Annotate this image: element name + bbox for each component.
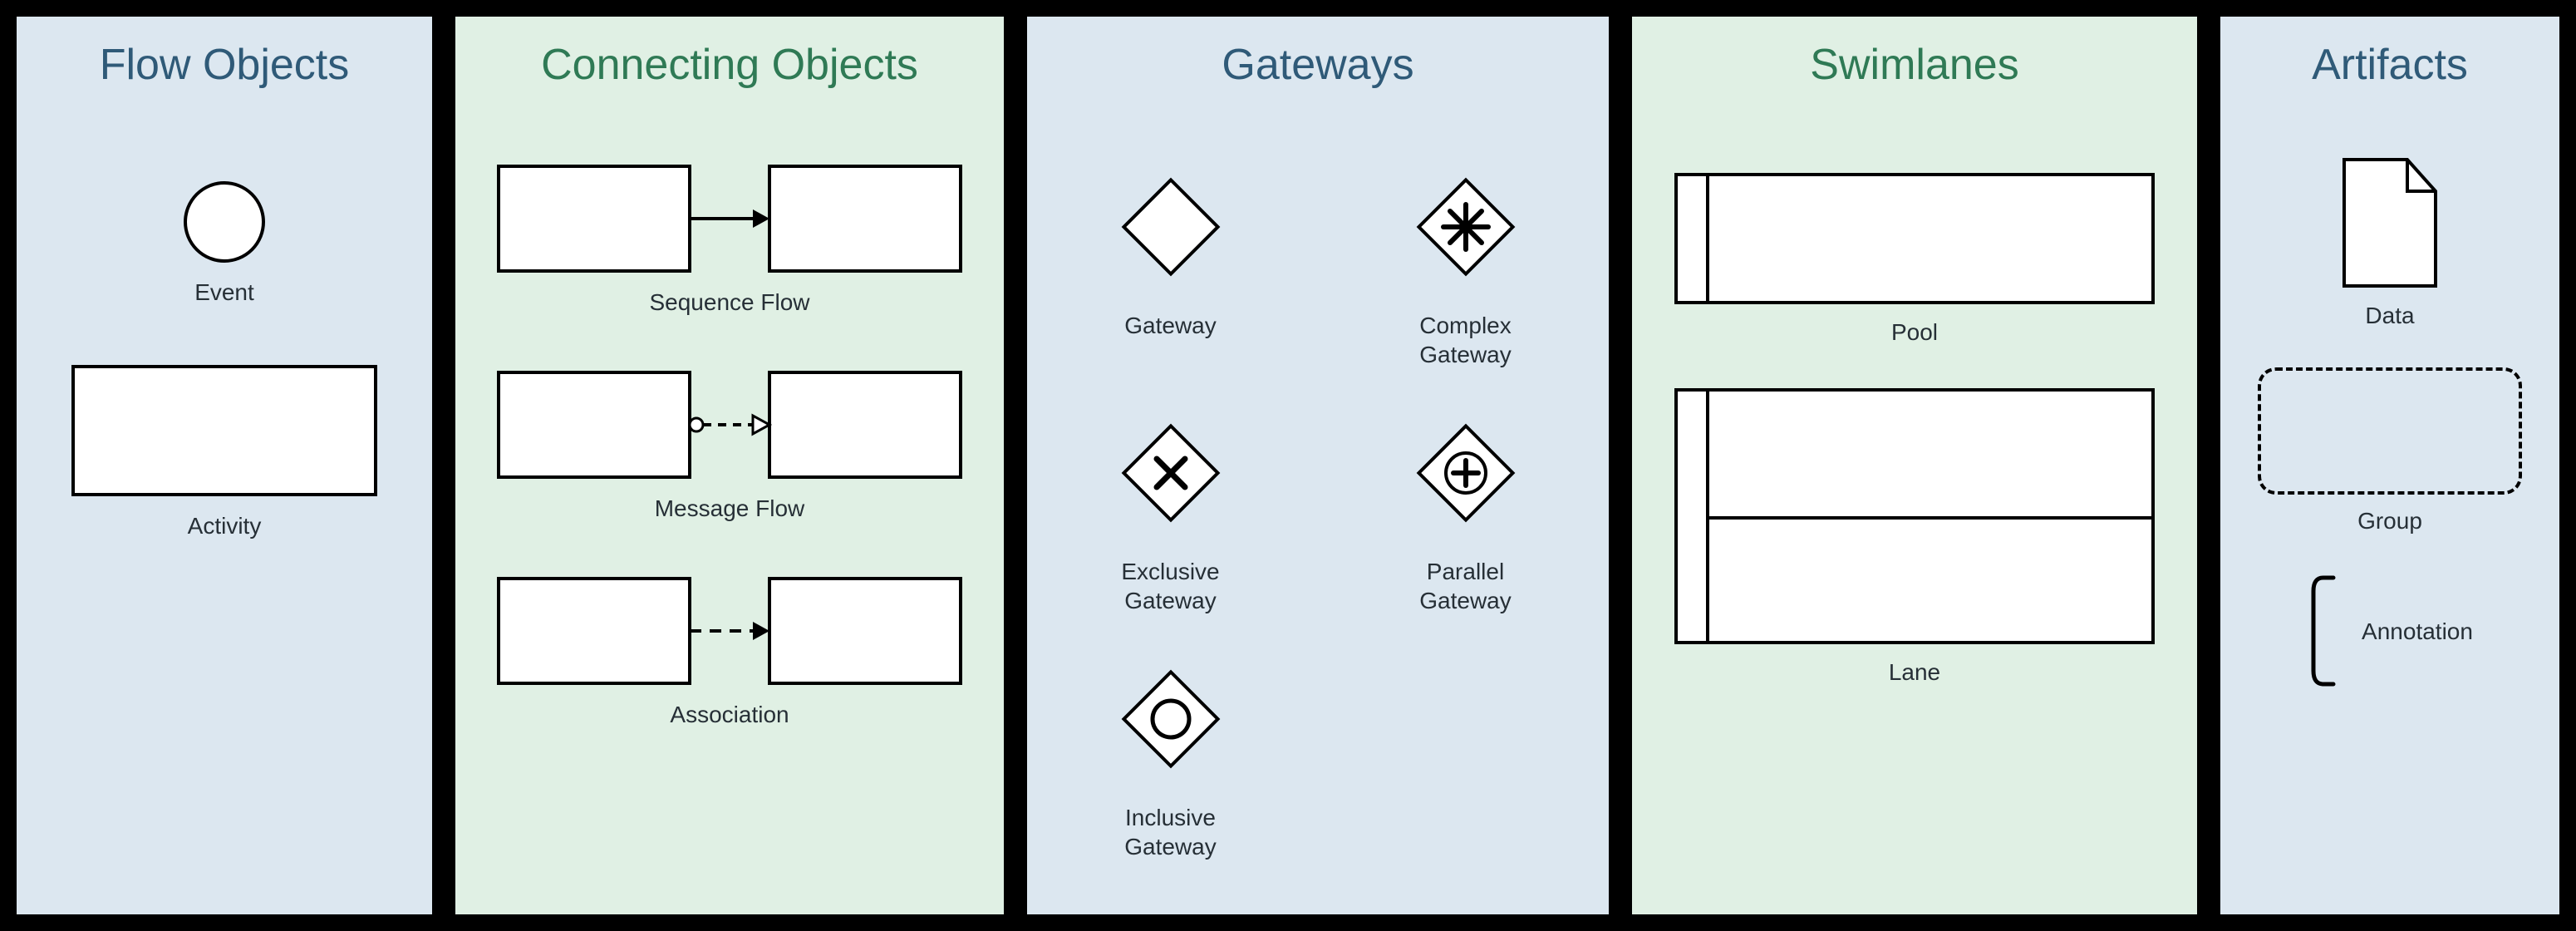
item-association: Association bbox=[497, 577, 962, 729]
caption-association: Association bbox=[670, 700, 789, 729]
association-icon bbox=[497, 577, 962, 685]
panel-title: Flow Objects bbox=[17, 40, 432, 90]
panel-swimlanes: Swimlanes Pool Lane bbox=[1632, 17, 2197, 914]
item-inclusive-gateway: Inclusive Gateway bbox=[1100, 648, 1241, 861]
exclusive-gateway-icon bbox=[1100, 402, 1241, 544]
caption-event: Event bbox=[194, 278, 254, 307]
caption-complex-gateway: Complex Gateway bbox=[1419, 311, 1512, 369]
annotation-icon bbox=[2307, 573, 2340, 689]
caption-group: Group bbox=[2357, 506, 2422, 535]
item-event: Event bbox=[184, 181, 265, 307]
item-parallel-gateway: Parallel Gateway bbox=[1395, 402, 1536, 615]
caption-gateway: Gateway bbox=[1124, 311, 1217, 340]
panel-title: Connecting Objects bbox=[455, 40, 1004, 90]
event-icon bbox=[184, 181, 265, 263]
caption-sequence-flow: Sequence Flow bbox=[649, 288, 809, 317]
panel-connecting-objects: Connecting Objects Sequence Flow bbox=[455, 17, 1004, 914]
gateway-icon bbox=[1100, 156, 1241, 298]
item-activity: Activity bbox=[71, 365, 377, 540]
caption-activity: Activity bbox=[188, 511, 262, 540]
caption-data: Data bbox=[2365, 301, 2414, 330]
item-lane: Lane bbox=[1674, 388, 2155, 687]
item-complex-gateway: Complex Gateway bbox=[1395, 156, 1536, 369]
caption-parallel-gateway: Parallel Gateway bbox=[1419, 557, 1512, 615]
caption-lane: Lane bbox=[1889, 658, 1940, 687]
inclusive-gateway-icon bbox=[1100, 648, 1241, 790]
panel-title: Artifacts bbox=[2220, 40, 2559, 90]
item-gateway: Gateway bbox=[1100, 156, 1241, 369]
caption-annotation: Annotation bbox=[2362, 617, 2473, 646]
caption-inclusive-gateway: Inclusive Gateway bbox=[1124, 803, 1217, 861]
panel-flow-objects: Flow Objects Event Activity bbox=[17, 17, 432, 914]
activity-icon bbox=[71, 365, 377, 496]
item-message-flow: Message Flow bbox=[497, 371, 962, 523]
item-sequence-flow: Sequence Flow bbox=[497, 165, 962, 317]
complex-gateway-icon bbox=[1395, 156, 1536, 298]
panel-title: Swimlanes bbox=[1632, 40, 2197, 90]
pool-icon bbox=[1674, 173, 2155, 304]
parallel-gateway-icon bbox=[1395, 402, 1536, 544]
panel-artifacts: Artifacts Data Group Annotation bbox=[2220, 17, 2559, 914]
caption-message-flow: Message Flow bbox=[655, 494, 805, 523]
item-annotation: Annotation bbox=[2307, 573, 2473, 689]
lane-icon bbox=[1674, 388, 2155, 644]
item-pool: Pool bbox=[1674, 173, 2155, 347]
sequence-flow-icon bbox=[497, 165, 962, 273]
caption-exclusive-gateway: Exclusive Gateway bbox=[1121, 557, 1219, 615]
caption-pool: Pool bbox=[1891, 318, 1938, 347]
item-group: Group bbox=[2258, 367, 2522, 535]
data-icon bbox=[2336, 156, 2444, 289]
panel-gateways: Gateways Gateway Complex G bbox=[1027, 17, 1609, 914]
group-icon bbox=[2258, 367, 2522, 495]
bpmn-elements-diagram: Flow Objects Event Activity Connecting O… bbox=[0, 0, 2576, 931]
message-flow-icon bbox=[497, 371, 962, 479]
item-exclusive-gateway: Exclusive Gateway bbox=[1100, 402, 1241, 615]
item-data: Data bbox=[2336, 156, 2444, 330]
panel-title: Gateways bbox=[1027, 40, 1609, 90]
